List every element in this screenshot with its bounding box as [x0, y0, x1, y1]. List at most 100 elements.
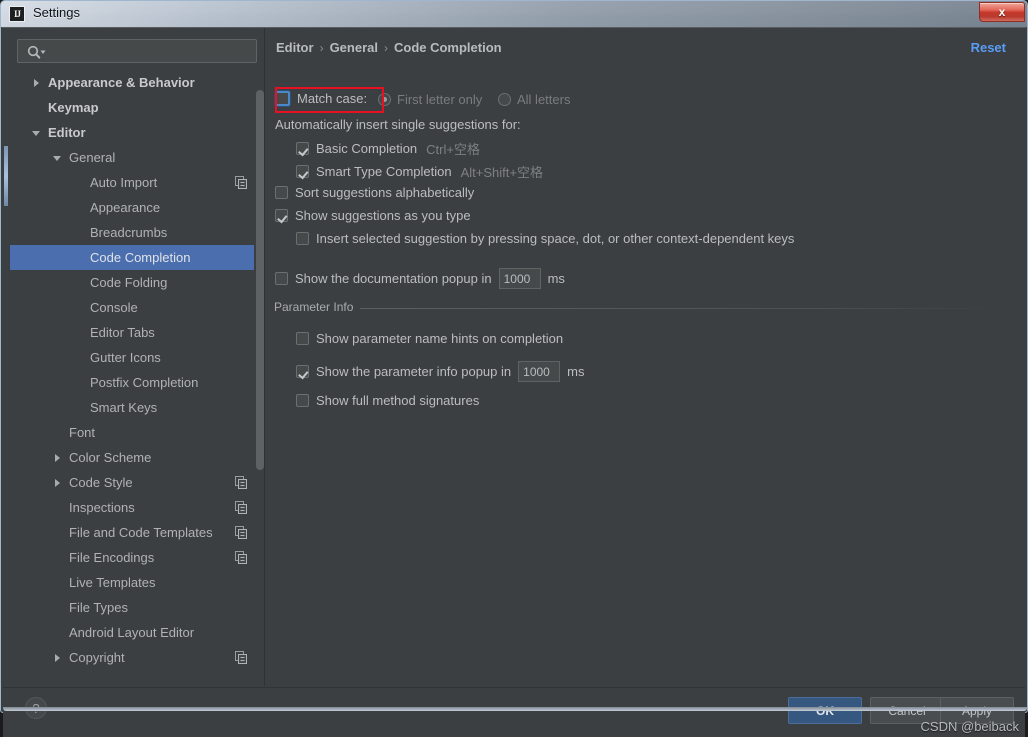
parameter-info-group: Parameter Info	[274, 300, 1014, 316]
auto-insert-heading-label: Automatically insert single suggestions …	[275, 117, 521, 132]
all-letters-radio-row: All letters	[498, 92, 570, 107]
search-input[interactable]	[48, 40, 253, 62]
breadcrumb-item-editor[interactable]: Editor	[276, 40, 314, 55]
sidebar-item-code-folding[interactable]: Code Folding	[10, 270, 265, 295]
sidebar-item-color-scheme[interactable]: Color Scheme	[10, 445, 265, 470]
sidebar-item-android-layout-editor[interactable]: Android Layout Editor	[10, 620, 265, 645]
close-glyph: x	[998, 5, 1006, 19]
sidebar-item-live-templates[interactable]: Live Templates	[10, 570, 265, 595]
sort-suggestions-row: Sort suggestions alphabetically	[275, 185, 474, 200]
basic-completion-label: Basic Completion	[316, 141, 418, 156]
show-as-you-type-label: Show suggestions as you type	[295, 208, 471, 223]
sidebar-item-label: Keymap	[48, 100, 99, 115]
window-bottom-edge	[3, 707, 1027, 711]
insert-on-keys-row: Insert selected suggestion by pressing s…	[296, 231, 794, 246]
settings-window: IJ Settings x Appearance & Behavior Keyma…	[0, 0, 1028, 737]
doc-popup-delay-input[interactable]	[498, 268, 541, 289]
sidebar-item-label: Appearance & Behavior	[48, 75, 195, 90]
sidebar-item-label: Console	[90, 300, 138, 315]
sidebar-item-file-and-code-templates[interactable]: File and Code Templates	[10, 520, 265, 545]
param-info-popup-checkbox[interactable]	[296, 365, 309, 378]
first-letter-only-radio[interactable]	[378, 93, 391, 106]
basic-completion-checkbox[interactable]	[296, 142, 309, 155]
sidebar-item-label: Color Scheme	[69, 450, 152, 465]
sidebar-scrollbar-thumb[interactable]	[256, 90, 264, 470]
doc-popup-unit: ms	[547, 271, 565, 286]
dialog-button-bar: ? OK Cancel Apply CSDN @beiback	[3, 687, 1025, 737]
sidebar-item-label: Auto Import	[90, 175, 158, 190]
chevron-right-icon: ›	[319, 40, 324, 55]
auto-insert-heading: Automatically insert single suggestions …	[275, 117, 521, 132]
sort-suggestions-checkbox[interactable]	[275, 186, 288, 199]
smart-type-completion-row: Smart Type Completion Alt+Shift+空格	[296, 162, 543, 181]
doc-popup-checkbox[interactable]	[275, 272, 288, 285]
first-letter-only-radio-row: First letter only	[378, 92, 482, 107]
sidebar-item-editor-tabs[interactable]: Editor Tabs	[10, 320, 265, 345]
sidebar-item-postfix-completion[interactable]: Postfix Completion	[10, 370, 265, 395]
chevron-right-icon: ›	[383, 40, 388, 55]
chevron-right-icon[interactable]	[51, 652, 63, 664]
param-info-popup-delay-input[interactable]	[518, 361, 561, 382]
left-edge-highlight	[4, 146, 8, 206]
close-icon[interactable]: x	[979, 2, 1025, 22]
sidebar-item-label: Gutter Icons	[90, 350, 161, 365]
window-titlebar: IJ Settings x	[1, 1, 1027, 27]
all-letters-label: All letters	[517, 92, 571, 107]
sidebar-item-general[interactable]: General	[10, 145, 265, 170]
chevron-down-icon[interactable]	[30, 127, 42, 139]
watermark-text: CSDN @beiback	[920, 719, 1019, 734]
chevron-down-icon[interactable]	[51, 152, 63, 164]
search-box[interactable]	[17, 39, 257, 63]
parameter-info-group-title: Parameter Info	[274, 300, 360, 314]
sidebar-item-auto-import[interactable]: Auto Import	[10, 170, 265, 195]
copy-icon	[235, 176, 247, 189]
sidebar-item-label: Breadcrumbs	[90, 225, 168, 240]
copy-icon	[235, 551, 247, 564]
sidebar-item-gutter-icons[interactable]: Gutter Icons	[10, 345, 265, 370]
sidebar-item-label: File Types	[69, 600, 129, 615]
sort-suggestions-label: Sort suggestions alphabetically	[295, 185, 475, 200]
sidebar-item-console[interactable]: Console	[10, 295, 265, 320]
app-icon-glyph: IJ	[13, 8, 21, 19]
smart-type-completion-shortcut: Alt+Shift+空格	[460, 165, 543, 180]
show-as-you-type-row: Show suggestions as you type	[275, 208, 471, 223]
show-as-you-type-checkbox[interactable]	[275, 209, 288, 222]
sidebar-item-appearance[interactable]: Appearance	[10, 195, 265, 220]
match-case-label: Match case:	[297, 91, 368, 106]
insert-on-keys-checkbox[interactable]	[296, 232, 309, 245]
sidebar-item-breadcrumbs[interactable]: Breadcrumbs	[10, 220, 265, 245]
sidebar-item-editor[interactable]: Editor	[10, 120, 265, 145]
sidebar-divider	[264, 28, 265, 686]
sidebar-item-appearance-behavior[interactable]: Appearance & Behavior	[10, 70, 265, 95]
smart-type-completion-checkbox[interactable]	[296, 165, 309, 178]
sidebar-item-code-style[interactable]: Code Style	[10, 470, 265, 495]
copy-icon	[235, 526, 247, 539]
param-name-hints-checkbox[interactable]	[296, 332, 309, 345]
sidebar-item-code-completion[interactable]: Code Completion	[10, 245, 265, 270]
sidebar-item-copyright[interactable]: Copyright	[10, 645, 265, 670]
sidebar-item-label: Inspections	[69, 500, 135, 515]
sidebar-item-file-types[interactable]: File Types	[10, 595, 265, 620]
chevron-right-icon[interactable]	[51, 452, 63, 464]
copy-icon	[235, 651, 247, 664]
chevron-right-icon[interactable]	[30, 77, 42, 89]
sidebar-item-smart-keys[interactable]: Smart Keys	[10, 395, 265, 420]
sidebar-item-file-encodings[interactable]: File Encodings	[10, 545, 265, 570]
sidebar-item-inspections[interactable]: Inspections	[10, 495, 265, 520]
settings-tree: Appearance & Behavior Keymap Editor General…	[10, 70, 265, 686]
full-signatures-checkbox[interactable]	[296, 394, 309, 407]
sidebar-item-font[interactable]: Font	[10, 420, 265, 445]
reset-link[interactable]: Reset	[971, 40, 1006, 55]
match-case-checkbox[interactable]	[275, 91, 290, 106]
basic-completion-shortcut: Ctrl+空格	[426, 142, 480, 157]
search-icon	[27, 45, 46, 59]
param-name-hints-row: Show parameter name hints on completion	[296, 331, 563, 346]
sidebar-item-label: Appearance	[90, 200, 161, 215]
insert-on-keys-label: Insert selected suggestion by pressing s…	[316, 231, 795, 246]
all-letters-radio[interactable]	[498, 93, 511, 106]
breadcrumb-item-general[interactable]: General	[330, 40, 378, 55]
doc-popup-row: Show the documentation popup in ms	[275, 268, 565, 289]
sidebar-item-keymap[interactable]: Keymap	[10, 95, 265, 120]
chevron-right-icon[interactable]	[51, 477, 63, 489]
sidebar-item-label: Android Layout Editor	[69, 625, 195, 640]
